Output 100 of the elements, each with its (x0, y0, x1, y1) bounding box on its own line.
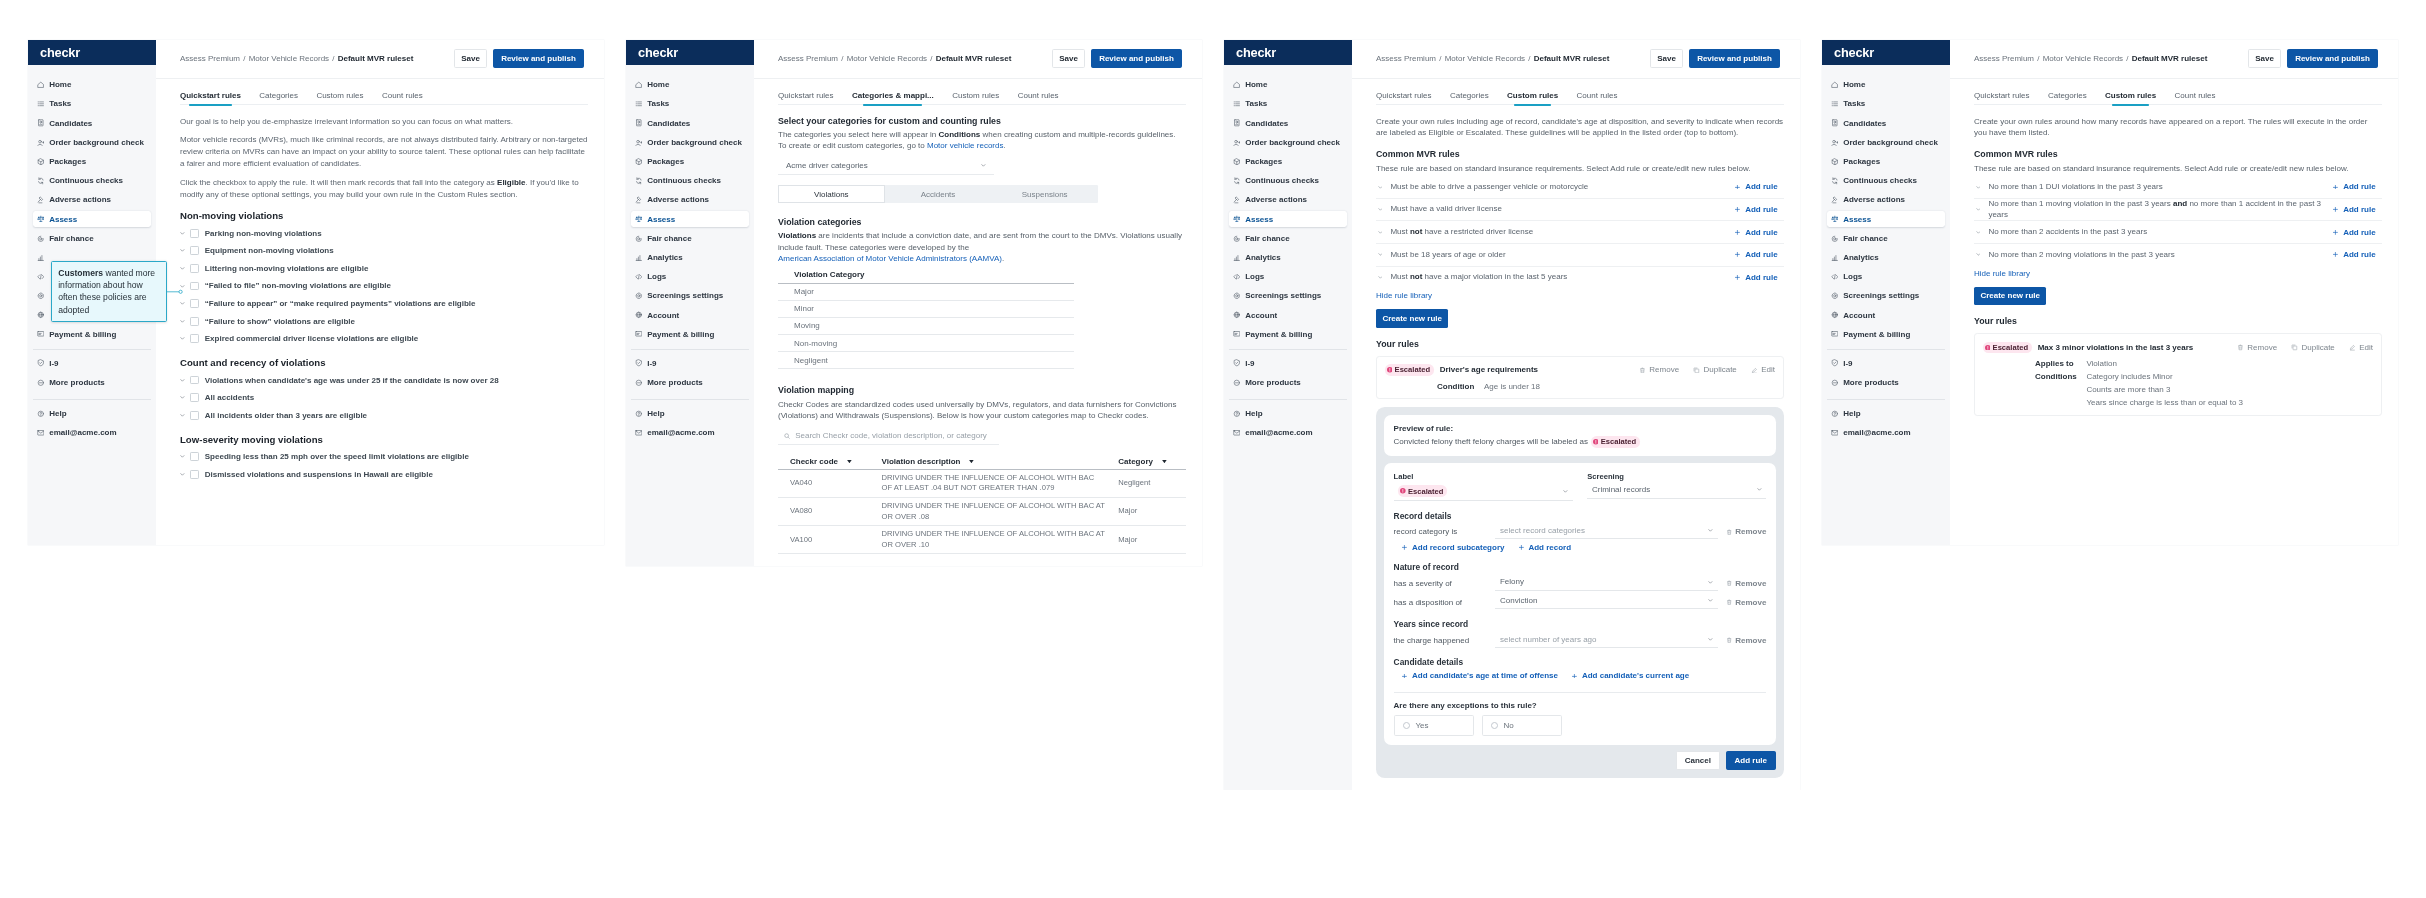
add-link[interactable]: Add record subcategory (1402, 543, 1505, 553)
remove-button[interactable]: Remove (1725, 578, 1767, 588)
cancel-button[interactable]: Cancel (1675, 751, 1720, 771)
add-rule-link[interactable]: Add rule (2332, 182, 2376, 192)
sidebar-item[interactable]: email@acme.com (32, 424, 152, 441)
sidebar-item[interactable]: Payment & billing (1826, 326, 1946, 343)
tab[interactable]: Categories (259, 90, 298, 105)
sidebar-item[interactable]: Order background check (1228, 134, 1348, 151)
sidebar-item[interactable]: email@acme.com (1826, 424, 1946, 441)
tab[interactable]: Quickstart rules (180, 90, 241, 105)
sidebar-item[interactable]: More products (1826, 374, 1946, 391)
sidebar-item[interactable]: Home (1228, 76, 1348, 93)
sidebar-item[interactable]: Logs (1228, 268, 1348, 285)
sidebar-item[interactable]: Assess (32, 211, 152, 228)
sidebar-item[interactable]: I-9 (1826, 355, 1946, 372)
sidebar-item[interactable]: Fair chance (1228, 230, 1348, 247)
add-rule-link[interactable]: Add rule (1734, 227, 1778, 237)
sidebar-item[interactable]: Candidates (630, 115, 750, 132)
checkbox[interactable] (190, 410, 200, 420)
add-link[interactable]: Add record (1518, 543, 1572, 553)
sidebar-item[interactable]: Payment & billing (1228, 326, 1348, 343)
breadcrumb-link[interactable]: Assess Premium (1974, 54, 2034, 64)
sidebar-item[interactable]: Tasks (1228, 96, 1348, 112)
radio-option[interactable]: Yes (1393, 715, 1474, 736)
sidebar-item[interactable]: Fair chance (1826, 230, 1946, 247)
breadcrumb-link[interactable]: Motor Vehicle Records (1444, 54, 1526, 64)
create-rule-button[interactable]: Create new rule (1376, 309, 1449, 328)
add-link[interactable]: Add candidate's current age (1572, 671, 1690, 681)
column-header[interactable]: Violation description (881, 456, 975, 466)
checkbox[interactable] (190, 469, 200, 479)
sidebar-item[interactable]: Help (32, 405, 152, 422)
sidebar-item[interactable]: Fair chance (32, 230, 152, 247)
remove-button[interactable]: Remove (1639, 365, 1680, 375)
radio-option[interactable]: No (1481, 715, 1562, 736)
segment-tab[interactable]: Violations (778, 185, 885, 203)
segment-tab[interactable]: Suspensions (991, 185, 1098, 203)
tab[interactable]: Custom rules (952, 90, 1000, 105)
add-rule-link[interactable]: Add rule (1734, 272, 1778, 282)
sidebar-item[interactable]: Payment & billing (630, 326, 750, 343)
sidebar-item[interactable]: Tasks (630, 96, 750, 112)
breadcrumb-link[interactable]: Assess Premium (180, 54, 240, 64)
sidebar-item[interactable]: Continuous checks (630, 172, 750, 189)
checkbox[interactable] (190, 316, 200, 326)
sidebar-item[interactable]: Adverse actions (32, 191, 152, 208)
sidebar-item[interactable]: I-9 (630, 355, 750, 372)
sidebar-item[interactable]: Analytics (1826, 249, 1946, 266)
logo[interactable]: checkr (1236, 44, 1277, 60)
tab[interactable]: Categories & mappi... (851, 90, 934, 105)
add-link[interactable]: Add candidate's age at time of offense (1402, 671, 1558, 681)
sidebar-item[interactable]: Home (32, 76, 152, 93)
breadcrumb-link[interactable]: Assess Premium (1376, 54, 1436, 64)
sidebar-item[interactable]: Account (1228, 307, 1348, 324)
logo[interactable]: checkr (40, 44, 81, 60)
sidebar-item[interactable]: Adverse actions (1826, 191, 1946, 208)
sidebar-item[interactable]: Logs (1826, 268, 1946, 285)
breadcrumb-link[interactable]: Assess Premium (778, 54, 838, 64)
sidebar-item[interactable]: Continuous checks (32, 172, 152, 189)
remove-button[interactable]: Remove (2237, 342, 2278, 352)
sidebar-item[interactable]: Candidates (1228, 115, 1348, 132)
sidebar-item[interactable]: Logs (630, 268, 750, 285)
checkbox[interactable] (190, 228, 200, 238)
hide-library-link[interactable]: Hide rule library (1376, 291, 1433, 301)
checkbox[interactable] (190, 375, 200, 385)
sidebar-item[interactable]: Assess (630, 211, 750, 228)
sidebar-item[interactable]: Help (1826, 405, 1946, 422)
checkbox[interactable] (190, 452, 200, 462)
tab[interactable]: Quickstart rules (1376, 90, 1432, 105)
checkbox[interactable] (190, 263, 200, 273)
category-select[interactable]: Acme driver categories (778, 156, 994, 175)
sidebar-item[interactable]: Packages (1228, 153, 1348, 170)
tab[interactable]: Categories (1449, 90, 1489, 105)
remove-button[interactable]: Remove (1725, 597, 1767, 607)
sidebar-item[interactable]: Continuous checks (1228, 172, 1348, 189)
sidebar-item[interactable]: Screenings settings (1228, 287, 1348, 304)
checkbox[interactable] (190, 299, 200, 308)
tab[interactable]: Count rules (1017, 90, 1059, 105)
duplicate-button[interactable]: Duplicate (1693, 365, 1737, 375)
tab[interactable]: Quickstart rules (1974, 90, 2030, 105)
sidebar-item[interactable]: Help (630, 405, 750, 422)
add-rule-link[interactable]: Add rule (2332, 227, 2376, 237)
remove-button[interactable]: Remove (1725, 635, 1767, 645)
add-rule-link[interactable]: Add rule (2332, 205, 2376, 215)
add-rule-link[interactable]: Add rule (1734, 205, 1778, 215)
tab[interactable]: Quickstart rules (778, 90, 834, 105)
sidebar-item[interactable]: Packages (1826, 153, 1946, 170)
sidebar-item[interactable]: Tasks (32, 96, 152, 112)
edit-button[interactable]: Edit (1751, 365, 1775, 375)
add-rule-link[interactable]: Add rule (1734, 182, 1778, 192)
add-rule-link[interactable]: Add rule (2332, 250, 2376, 260)
breadcrumb-link[interactable]: Motor Vehicle Records (846, 54, 928, 64)
hide-library-link[interactable]: Hide rule library (1974, 268, 2031, 278)
column-header[interactable]: Category (1118, 456, 1167, 466)
column-header[interactable]: Checkr code (790, 456, 852, 466)
save-button[interactable]: Save (1649, 49, 1684, 69)
remove-button[interactable]: Remove (1725, 527, 1767, 537)
checkbox[interactable] (190, 393, 200, 403)
sidebar-item[interactable]: Assess (1826, 211, 1946, 228)
logo[interactable]: checkr (1834, 44, 1875, 60)
add-rule-button[interactable]: Add rule (1725, 751, 1776, 771)
sidebar-item[interactable]: Assess (1228, 211, 1348, 228)
